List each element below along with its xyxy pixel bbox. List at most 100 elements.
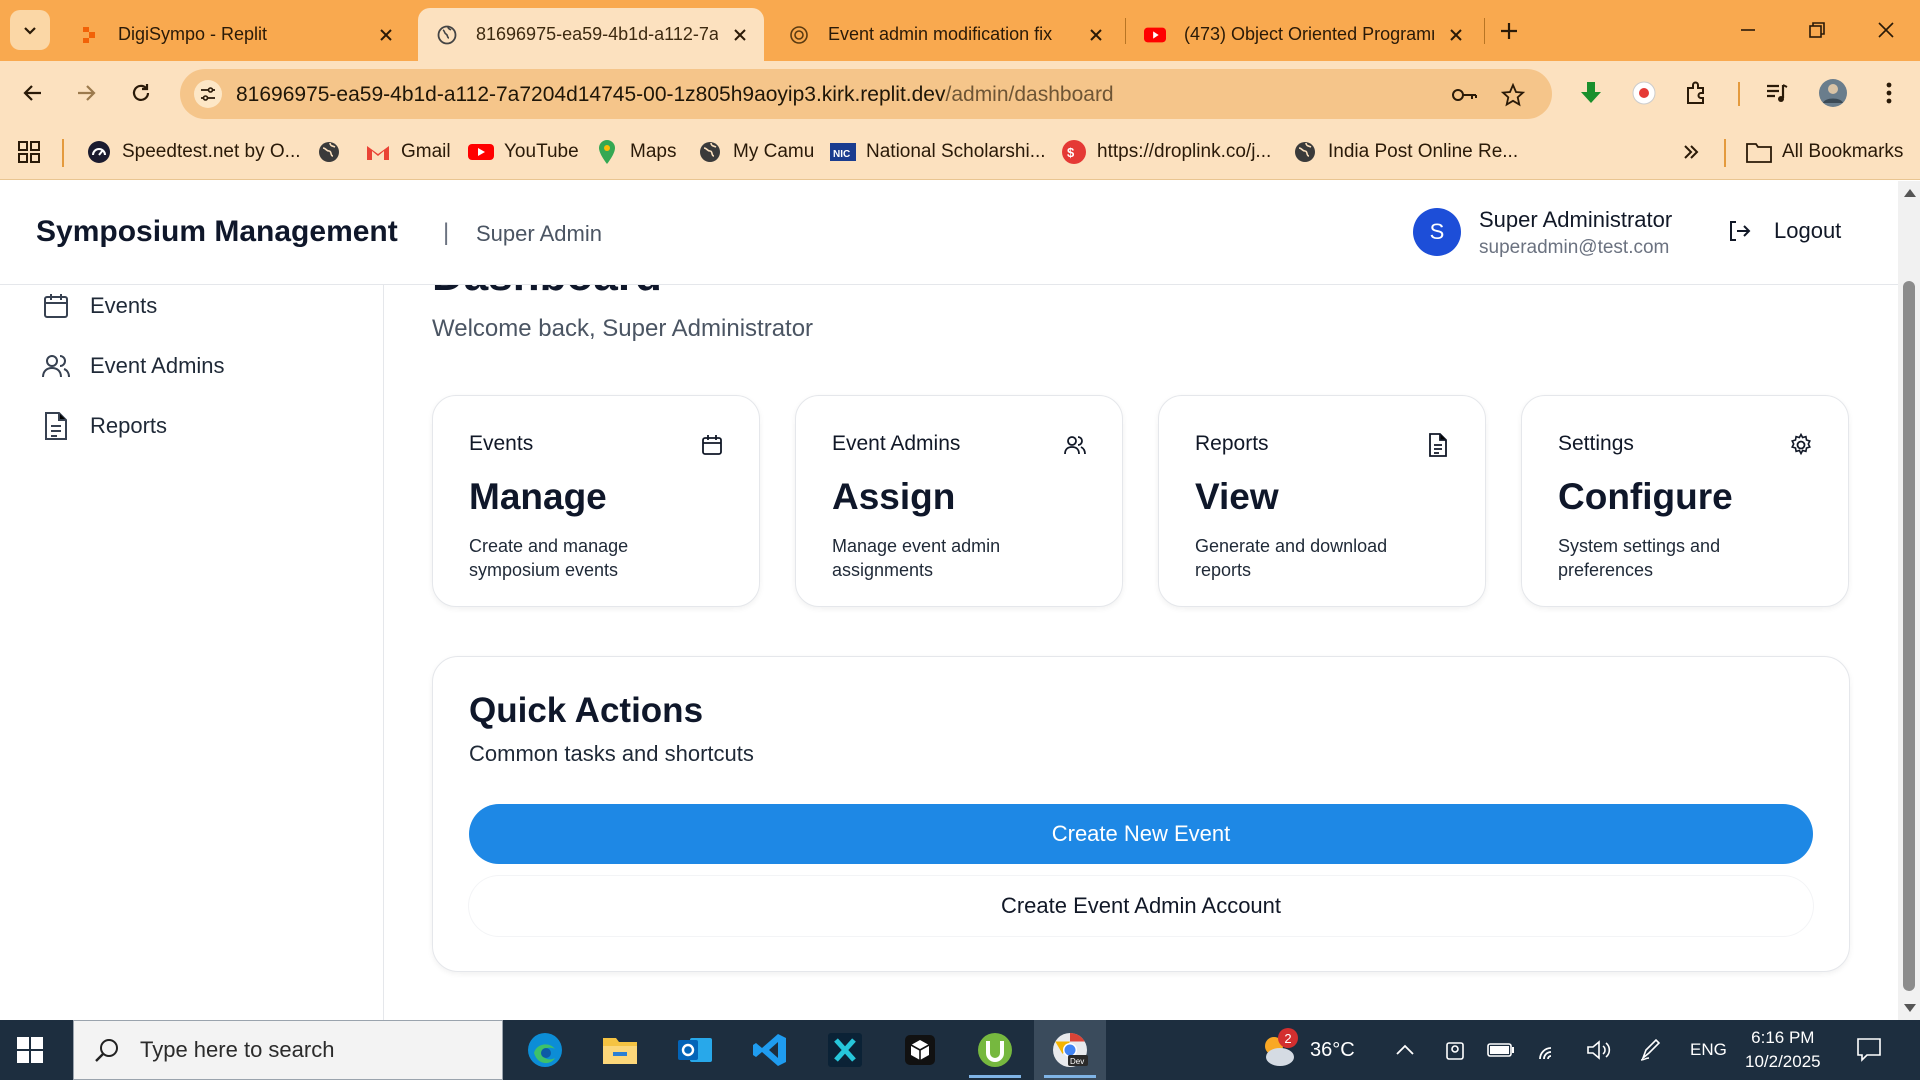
bookmark-label: India Post Online Re... [1328,141,1519,162]
users-icon [1062,432,1088,458]
bookmark-droplink[interactable]: $ https://droplink.co/j... [1061,139,1271,165]
bookmark-label: YouTube [504,141,579,162]
site-info-icon[interactable] [194,80,222,108]
bookmark-label: Maps [630,141,677,162]
card-reports[interactable]: Reports View Generate and download repor… [1158,395,1486,607]
card-description: Create and manage symposium events [469,536,629,580]
password-key-icon[interactable] [1452,82,1478,108]
taskbar-chrome-dev[interactable]: Dev [1034,1020,1106,1080]
minimize-button[interactable] [1728,10,1768,50]
close-icon[interactable] [1084,23,1108,47]
card-settings[interactable]: Settings Configure System settings and p… [1521,395,1849,607]
reload-button[interactable] [123,75,159,111]
meet-now-icon[interactable] [1440,1035,1470,1065]
card-events[interactable]: Events Manage Create and manage symposiu… [432,395,760,607]
chrome-dev-icon: Dev [1053,1033,1088,1067]
taskbar-app-box[interactable] [884,1020,956,1080]
pen-icon[interactable] [1636,1035,1666,1065]
windows-logo-icon [17,1037,43,1063]
card-value: Assign [832,476,956,517]
sidebar-item-reports[interactable]: Reports [40,406,167,446]
apps-button[interactable] [16,139,42,165]
taskbar-outlook[interactable] [659,1020,731,1080]
browser-menu-icon[interactable] [1873,77,1905,109]
extensions-icon[interactable] [1681,77,1713,109]
bookmark-maps[interactable]: Maps [594,139,676,165]
tab-youtube[interactable]: (473) Object Oriented Programm [1126,8,1480,61]
more-bookmarks-button[interactable] [1678,139,1704,165]
card-value: Configure [1558,476,1733,517]
bookmark-gmail[interactable]: Gmail [365,139,451,165]
card-event-admins[interactable]: Event Admins Assign Manage event admin a… [795,395,1123,607]
utorrent-icon [978,1033,1012,1067]
star-icon[interactable] [1500,82,1526,108]
avatar[interactable]: S [1413,208,1461,256]
bookmark-speedtest[interactable]: Speedtest.net by O... [86,139,301,165]
tab-event-admin-fix[interactable]: Event admin modification fix [770,8,1120,61]
calendar-icon [40,290,72,322]
app-x-icon [828,1033,862,1067]
record-extension-icon[interactable] [1628,77,1660,109]
bookmark-mycamu[interactable]: My Camu [697,139,814,165]
bookmark-india-post[interactable]: India Post Online Re... [1292,139,1518,165]
taskbar-vscode[interactable] [734,1020,806,1080]
battery-icon[interactable] [1486,1035,1516,1065]
notifications-button[interactable] [1855,1035,1885,1065]
page-scrollbar[interactable] [1898,181,1920,1020]
volume-icon[interactable] [1584,1035,1614,1065]
new-tab-button[interactable] [1493,15,1525,47]
close-icon[interactable] [728,23,752,47]
download-icon[interactable] [1575,77,1607,109]
logout-button[interactable]: Logout [1708,205,1860,257]
toolbar-separator [1738,82,1740,106]
scroll-down-arrow-icon[interactable] [1904,1004,1916,1012]
close-icon[interactable] [1444,23,1468,47]
bookmark-globe[interactable] [316,139,352,165]
tab-digisympo[interactable]: DigiSympo - Replit [60,8,410,61]
tab-dashboard[interactable]: 81696975-ea59-4b1d-a112-7a7 [418,8,764,61]
taskbar-edge[interactable] [509,1020,581,1080]
main-content: Dashboard Welcome back, Super Administra… [385,251,1898,1020]
tab-search-button[interactable] [10,10,50,50]
start-button[interactable] [14,1034,46,1066]
quick-actions-title: Quick Actions [469,691,704,730]
taskbar-utorrent[interactable] [959,1020,1031,1080]
card-value: Manage [469,476,607,517]
chevron-down-icon [24,27,36,35]
tab-title: 81696975-ea59-4b1d-a112-7a7 [476,24,718,44]
sidebar: Events Event Admins Reports [0,285,384,1020]
taskbar-file-explorer[interactable] [584,1020,656,1080]
back-button[interactable] [15,75,51,111]
clock-date: 10/2/2025 [1745,1052,1821,1071]
wifi-icon[interactable] [1536,1035,1566,1065]
weather-widget[interactable]: 2 36°C [1258,1028,1355,1070]
edge-icon [528,1033,562,1067]
windows-taskbar: Type here to search Dev 2 36°C ENG 6:16 … [0,1020,1920,1080]
search-icon [92,1035,122,1065]
bookmarks-separator [1724,139,1726,167]
restore-button[interactable] [1797,10,1837,50]
taskbar-app-x[interactable] [809,1020,881,1080]
profile-avatar-icon[interactable] [1817,77,1849,109]
bookmark-youtube[interactable]: YouTube [468,139,579,165]
sidebar-item-events[interactable]: Events [40,286,157,326]
globe-icon [316,139,342,165]
all-bookmarks-button[interactable]: All Bookmarks [1746,139,1903,165]
close-icon[interactable] [374,23,398,47]
create-new-event-button[interactable]: Create New Event [469,804,1813,864]
scrollbar-thumb[interactable] [1903,281,1915,991]
forward-button[interactable] [68,75,104,111]
users-icon [40,350,72,382]
language-indicator[interactable]: ENG [1690,1040,1727,1060]
create-event-admin-account-button[interactable]: Create Event Admin Account [469,876,1813,936]
bookmark-national-scholarship[interactable]: NIC National Scholarshi... [830,139,1046,165]
card-description: Manage event admin assignments [832,536,1001,580]
taskbar-search-box[interactable]: Type here to search [73,1020,503,1080]
scroll-up-arrow-icon[interactable] [1904,189,1916,197]
sidebar-item-event-admins[interactable]: Event Admins [40,346,225,386]
media-control-icon[interactable] [1761,77,1793,109]
clock[interactable]: 6:16 PM 10/2/2025 [1745,1026,1821,1074]
show-hidden-icons-button[interactable] [1390,1035,1420,1065]
close-window-button[interactable] [1866,10,1906,50]
address-bar[interactable]: 81696975-ea59-4b1d-a112-7a7204d14745-00-… [180,69,1552,119]
